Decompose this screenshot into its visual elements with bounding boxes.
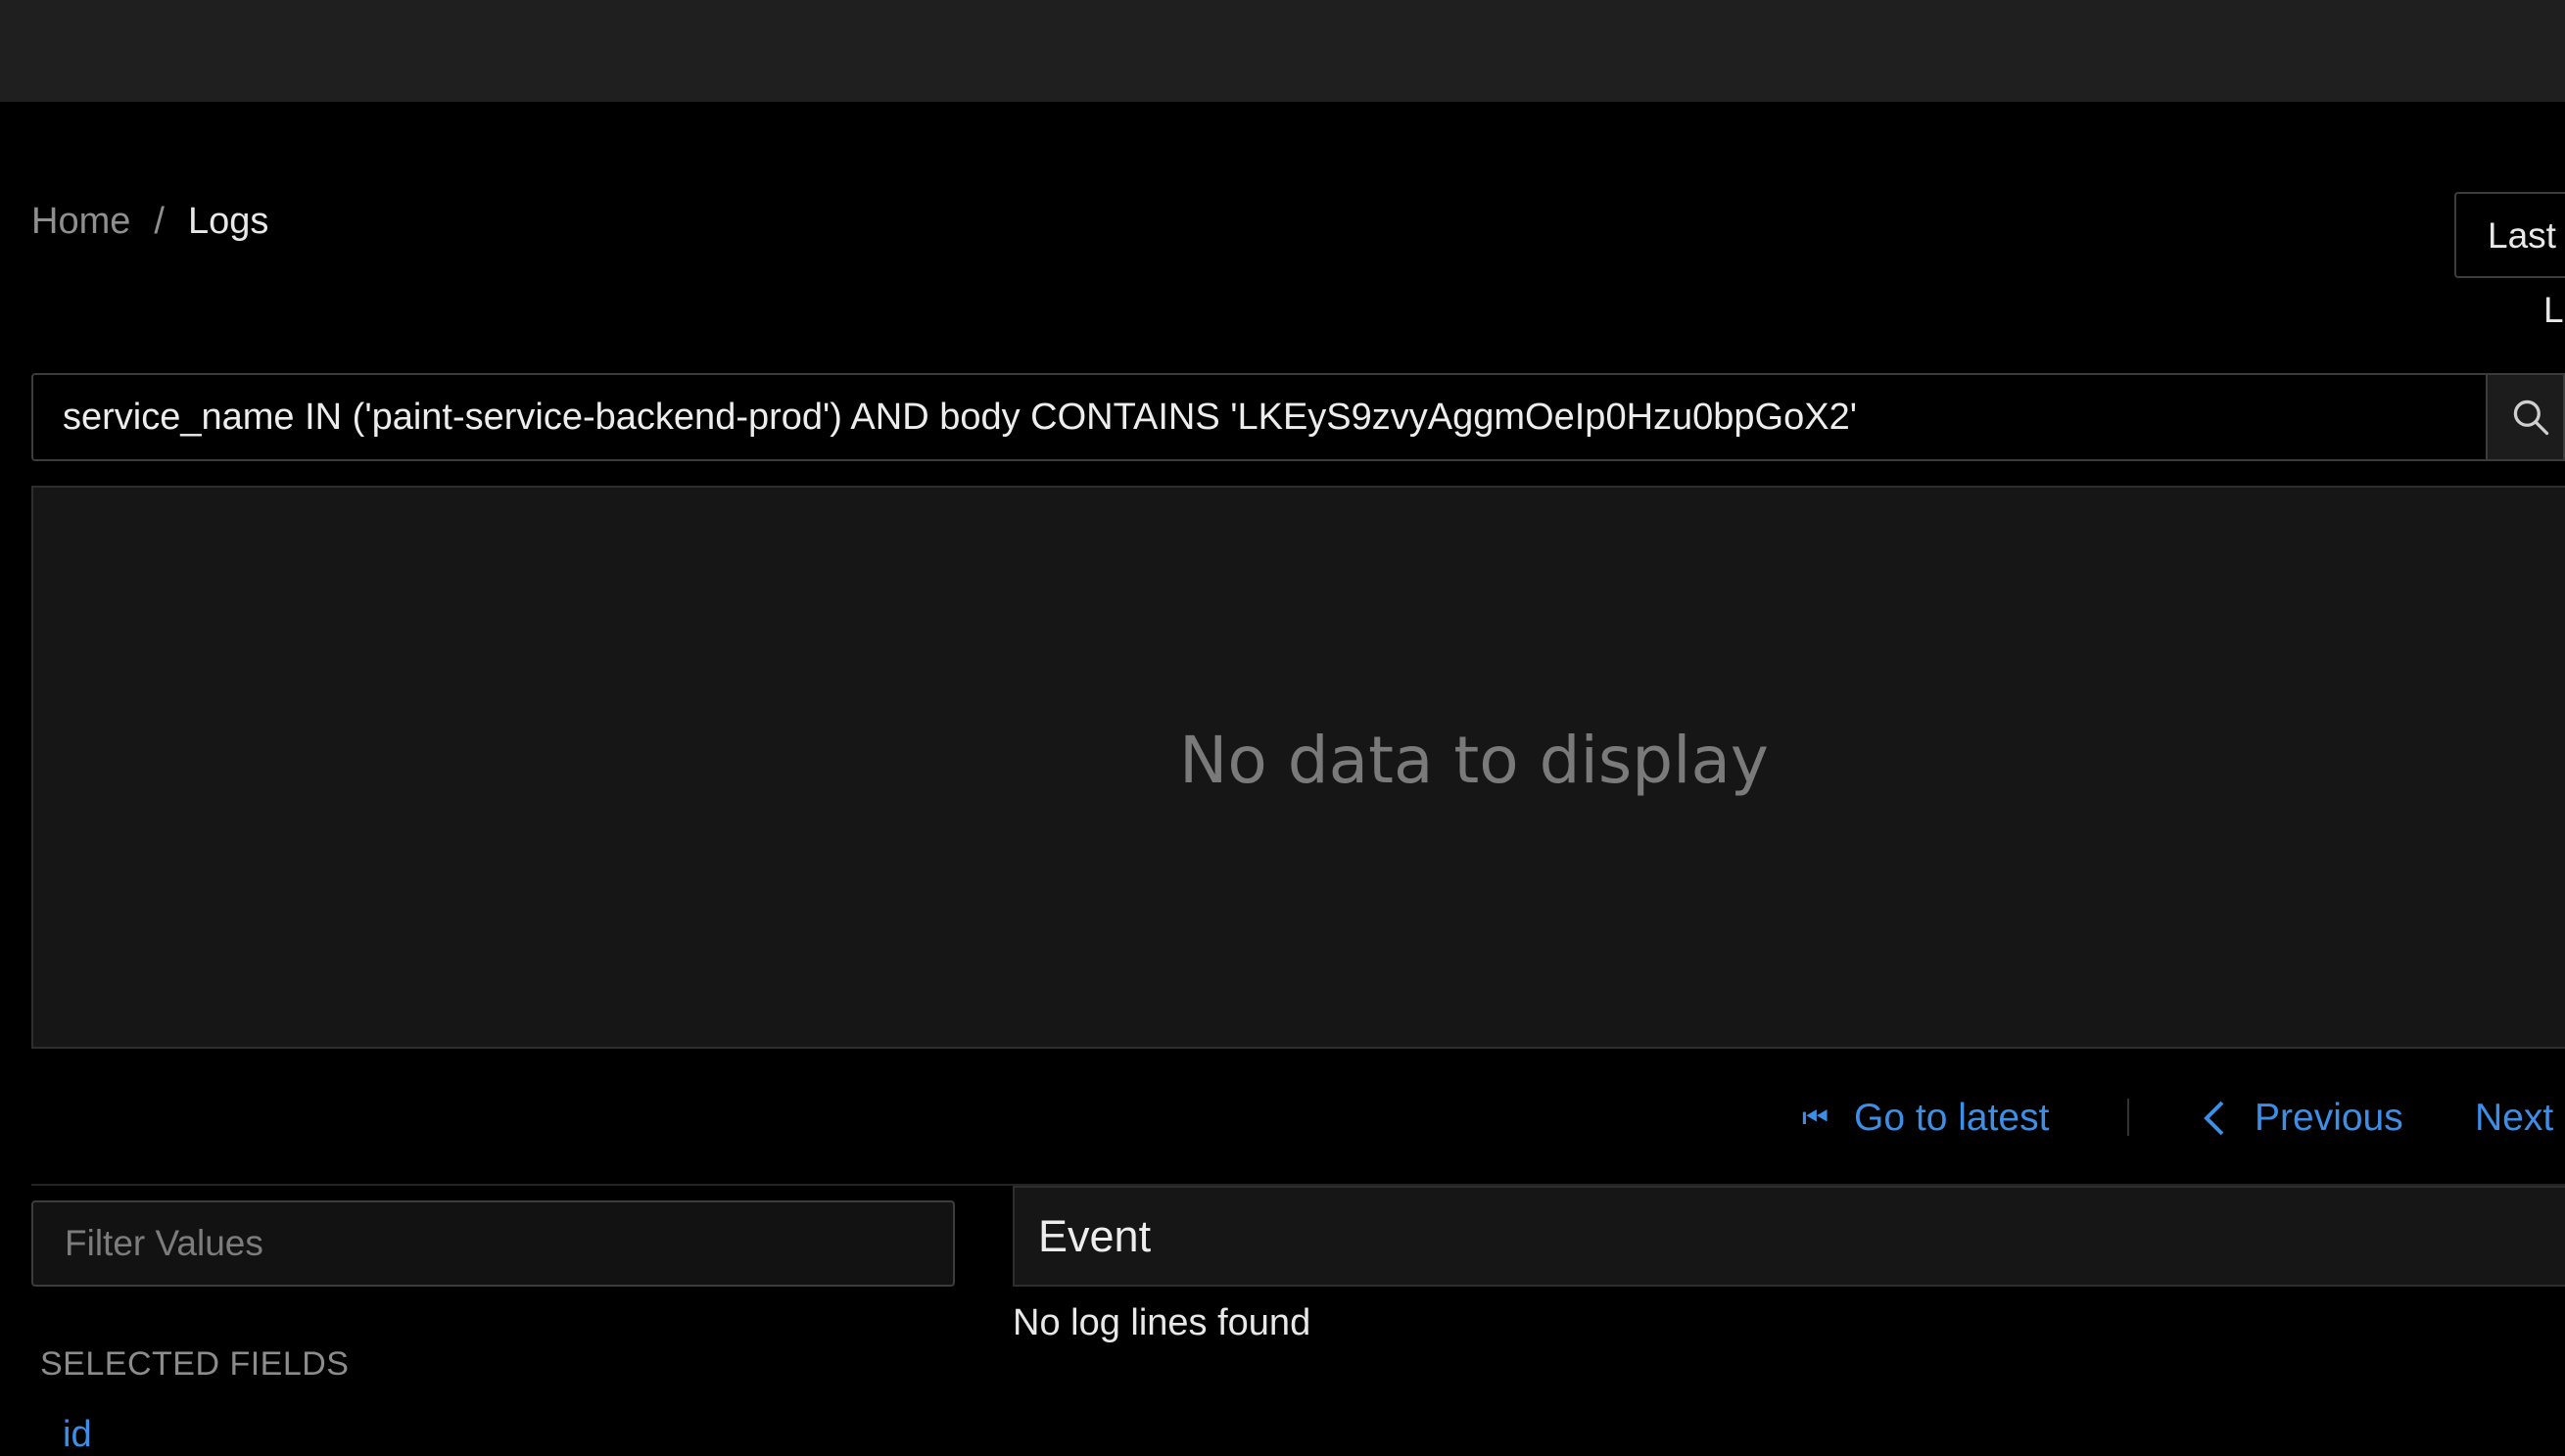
query-bar <box>31 373 2565 461</box>
previous-button[interactable]: Previous <box>2200 1089 2403 1148</box>
top-bar <box>0 0 2565 102</box>
event-column-header: Event <box>1013 1186 2565 1287</box>
chart-empty-message: No data to display <box>1179 723 1769 798</box>
selected-fields-heading: SELECTED FIELDS <box>40 1345 350 1383</box>
time-range-picker[interactable]: Last <box>2454 192 2565 278</box>
next-button[interactable]: Next <box>2475 1089 2553 1148</box>
go-to-latest-button[interactable]: ⏮ Go to latest <box>1802 1089 2049 1148</box>
next-label: Next <box>2475 1097 2554 1139</box>
time-range-sub-label: L <box>2543 290 2564 330</box>
event-column-label: Event <box>1038 1211 1152 1261</box>
chevron-left-icon <box>2204 1101 2224 1136</box>
skip-back-icon: ⏮ <box>1802 1102 1829 1134</box>
query-input[interactable] <box>31 373 2488 461</box>
breadcrumb-current: Logs <box>187 201 269 242</box>
time-range-label: Last <box>2488 215 2556 256</box>
filter-values-input[interactable] <box>31 1200 955 1287</box>
search-button[interactable] <box>2488 373 2565 461</box>
search-icon <box>2513 399 2549 436</box>
pagination-divider <box>2127 1099 2129 1136</box>
selected-field-id[interactable]: id <box>63 1414 92 1456</box>
previous-label: Previous <box>2255 1097 2403 1139</box>
breadcrumb-home-link[interactable]: Home <box>31 201 130 243</box>
breadcrumb: Home / Logs <box>31 201 268 243</box>
breadcrumb-separator: / <box>154 201 165 242</box>
no-log-lines-message: No log lines found <box>1013 1302 1311 1343</box>
go-to-latest-label: Go to latest <box>1854 1097 2050 1139</box>
